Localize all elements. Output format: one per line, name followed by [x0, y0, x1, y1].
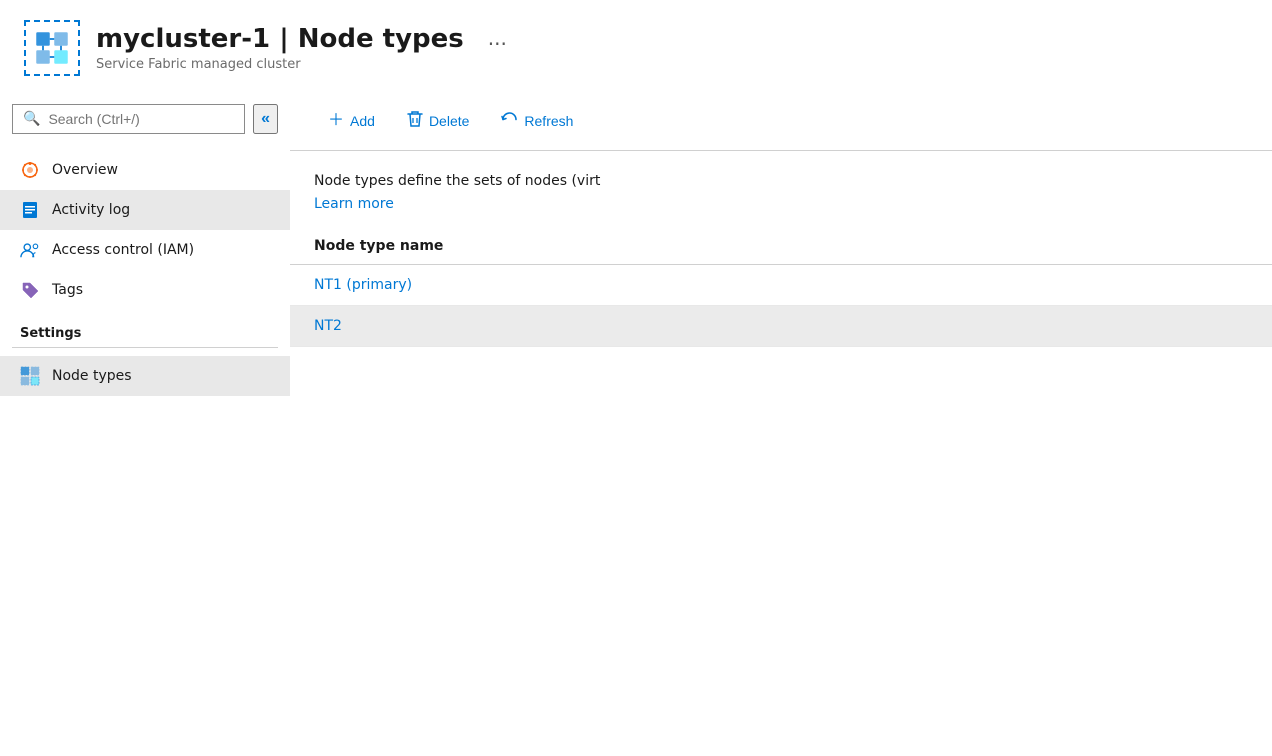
node-type-cell[interactable]: NT1 (primary): [290, 265, 1272, 306]
add-button[interactable]: ＋ Add: [314, 105, 389, 137]
search-icon: 🔍: [23, 111, 40, 127]
table-row[interactable]: NT2: [290, 306, 1272, 347]
resource-icon: [24, 20, 80, 76]
search-box[interactable]: 🔍: [12, 104, 245, 134]
description-text: Node types define the sets of nodes (vir…: [314, 171, 1248, 192]
sidebar-item-iam[interactable]: Access control (IAM): [0, 230, 290, 270]
add-icon: ＋: [328, 113, 344, 129]
sidebar-item-overview[interactable]: Overview: [0, 150, 290, 190]
settings-section-label: Settings: [0, 310, 290, 347]
more-options-button[interactable]: ...: [488, 26, 507, 50]
main-area: 🔍 « Overview: [0, 92, 1272, 756]
delete-icon: [407, 110, 423, 132]
activity-log-icon: [20, 200, 40, 220]
page-header: mycluster-1 | Node types Service Fabric …: [0, 0, 1272, 92]
delete-button-label: Delete: [429, 113, 469, 129]
sidebar-item-activity-log[interactable]: Activity log: [0, 190, 290, 230]
title-separator: |: [279, 24, 298, 54]
header-text-block: mycluster-1 | Node types Service Fabric …: [96, 24, 464, 72]
overview-icon: [20, 160, 40, 180]
sidebar-item-tags[interactable]: Tags: [0, 270, 290, 310]
page-section-name: Node types: [298, 24, 464, 54]
refresh-icon: [501, 111, 518, 132]
resource-type-subtitle: Service Fabric managed cluster: [96, 57, 464, 72]
iam-icon: [20, 240, 40, 260]
refresh-button-label: Refresh: [524, 113, 573, 129]
content-panel: ＋ Add Delete: [290, 92, 1272, 756]
description-area: Node types define the sets of nodes (vir…: [290, 151, 1272, 228]
refresh-button[interactable]: Refresh: [487, 103, 587, 140]
resource-name: mycluster-1: [96, 24, 270, 54]
sidebar-item-iam-label: Access control (IAM): [52, 242, 194, 258]
node-type-cell[interactable]: NT2: [290, 306, 1272, 347]
sidebar-item-tags-label: Tags: [52, 282, 83, 298]
search-input[interactable]: [48, 111, 234, 127]
page-title: mycluster-1 | Node types: [96, 24, 464, 55]
toolbar: ＋ Add Delete: [290, 92, 1272, 151]
sidebar-item-activity-log-label: Activity log: [52, 202, 130, 218]
collapse-sidebar-button[interactable]: «: [253, 104, 278, 134]
search-container: 🔍 «: [0, 104, 290, 150]
sidebar-item-overview-label: Overview: [52, 162, 118, 178]
add-button-label: Add: [350, 113, 375, 129]
node-types-icon: [20, 366, 40, 386]
table-row[interactable]: NT1 (primary): [290, 265, 1272, 306]
tags-icon: [20, 280, 40, 300]
node-type-name-header: Node type name: [290, 228, 1272, 265]
sidebar: 🔍 « Overview: [0, 92, 290, 756]
sidebar-item-node-types-label: Node types: [52, 368, 132, 384]
learn-more-link[interactable]: Learn more: [314, 196, 1248, 212]
node-type-table: Node type name NT1 (primary)NT2: [290, 228, 1272, 347]
sidebar-item-node-types[interactable]: Node types: [0, 356, 290, 396]
delete-button[interactable]: Delete: [393, 102, 483, 140]
